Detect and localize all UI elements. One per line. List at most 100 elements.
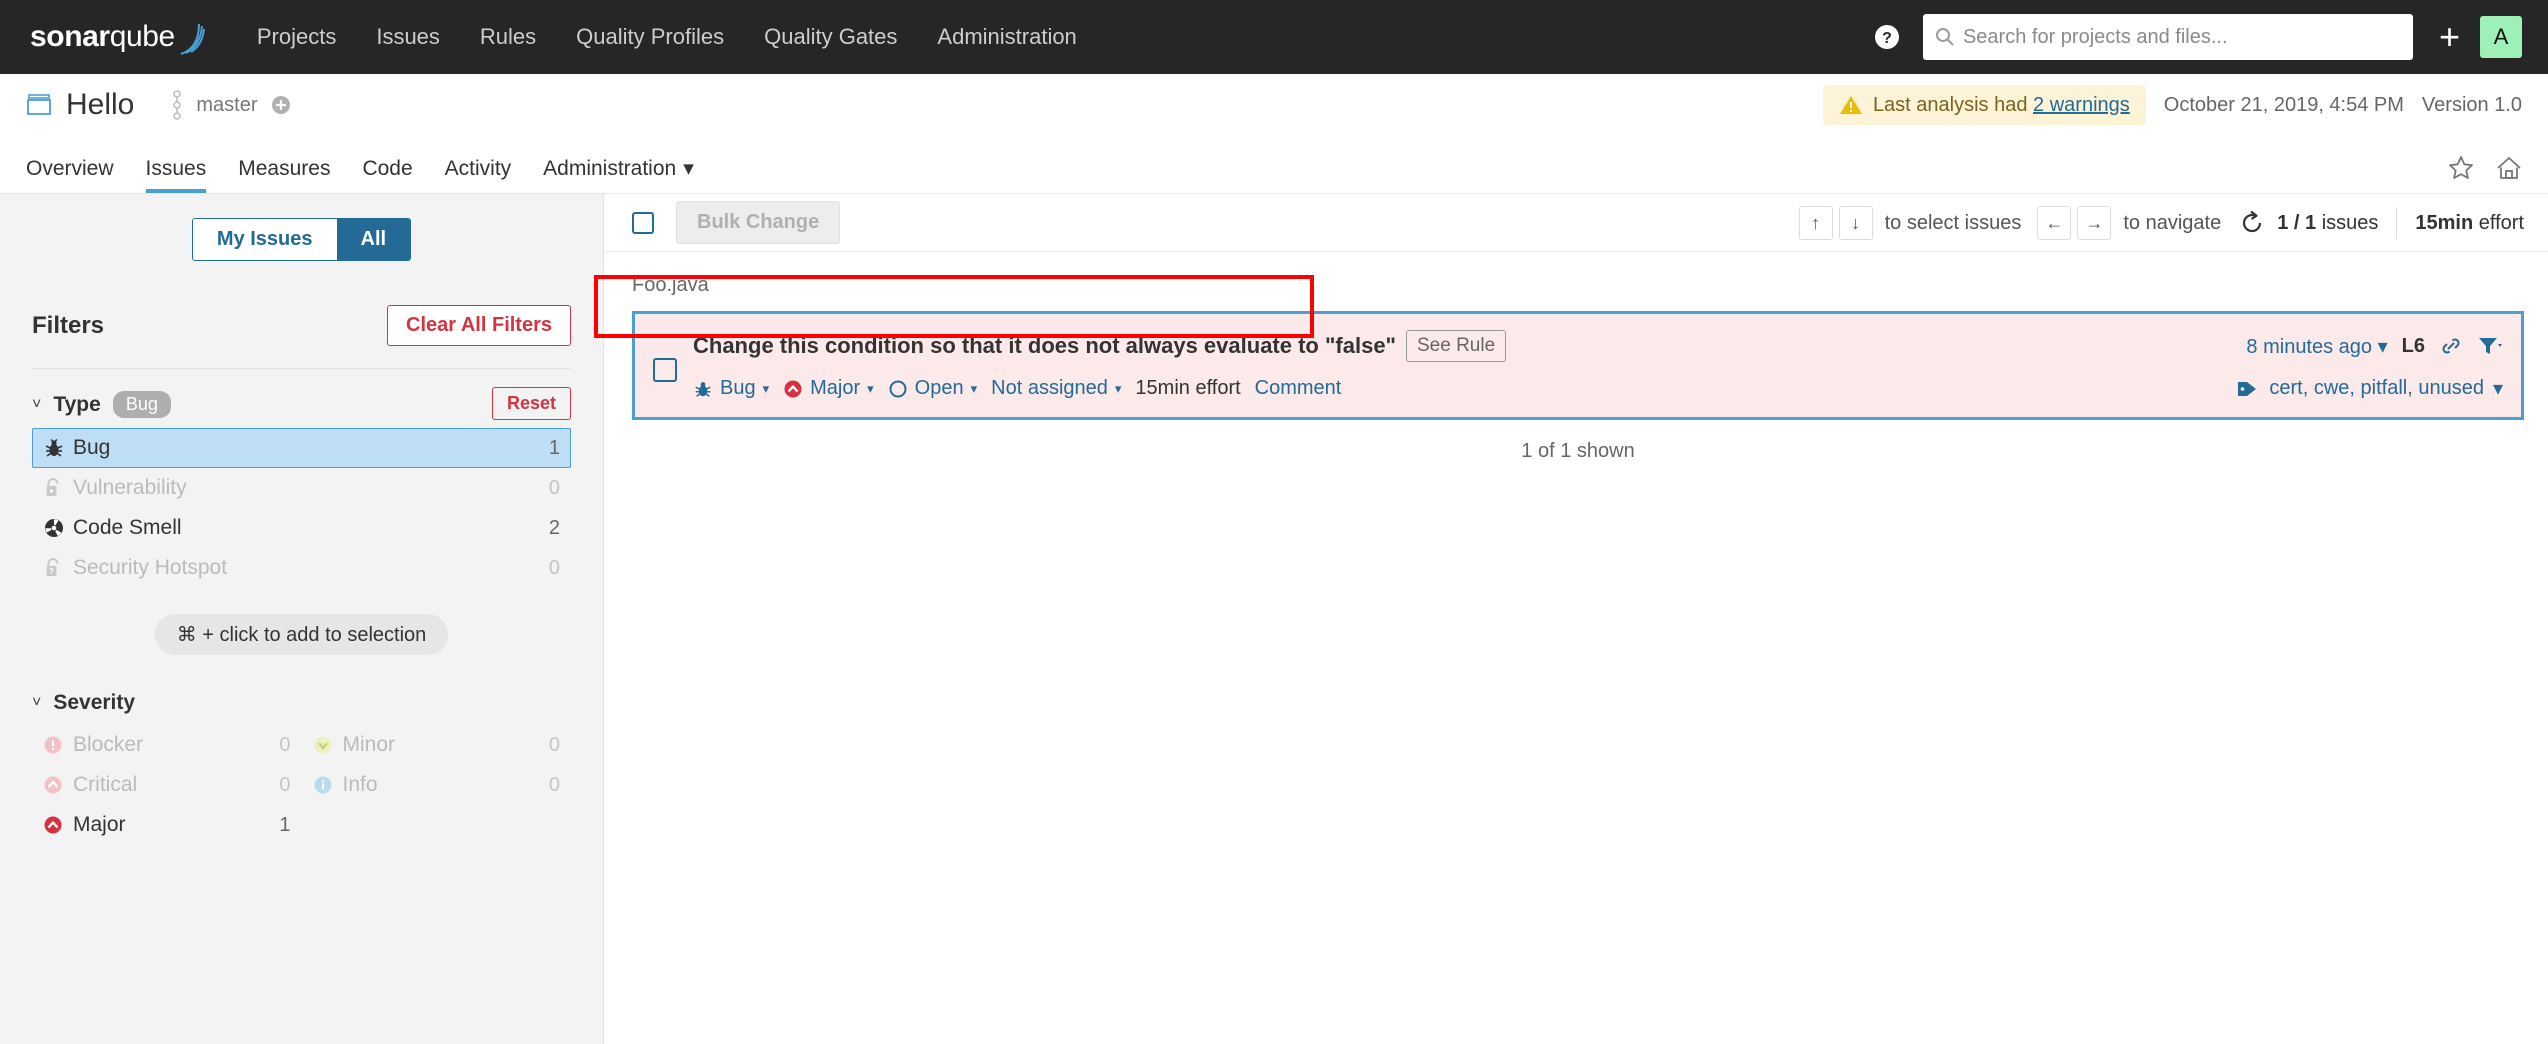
- facet-item-blocker[interactable]: Blocker 0: [32, 725, 302, 765]
- issue-tags-selector[interactable]: cert, cwe, pitfall, unused ▾: [2236, 376, 2503, 401]
- bulk-change-button[interactable]: Bulk Change: [676, 201, 841, 244]
- issue-card[interactable]: Change this condition so that it does no…: [632, 311, 2524, 420]
- major-icon: [783, 379, 803, 399]
- issues-main-pane: Bulk Change ↑ ↓ to select issues ← → to …: [594, 194, 2548, 1044]
- facet-item-major[interactable]: Major 1: [32, 805, 302, 845]
- facet-item-minor-count: 0: [548, 733, 560, 756]
- reload-icon[interactable]: [2237, 208, 2267, 238]
- toggle-all-issues[interactable]: All: [336, 219, 411, 260]
- facet-severity-list: Blocker 0 Minor 0 Critical 0 Info 0 Majo…: [32, 725, 571, 845]
- issue-severity-label: Major: [810, 377, 861, 399]
- select-issues-hint: to select issues: [1884, 211, 2022, 234]
- facet-item-blocker-label: Blocker: [73, 733, 144, 756]
- facet-type-chip: Bug: [112, 391, 171, 418]
- plus-circle-icon[interactable]: [270, 94, 292, 116]
- see-rule-button[interactable]: See Rule: [1405, 330, 1507, 362]
- issues-count-value: 1 / 1: [2277, 211, 2317, 234]
- issue-status-selector[interactable]: Open ▾: [888, 377, 977, 400]
- warning-count-link[interactable]: 2 warnings: [2033, 94, 2130, 116]
- issue-message[interactable]: Change this condition so that it does no…: [693, 333, 1396, 359]
- facet-item-major-count: 1: [279, 813, 291, 836]
- chevron-down-icon: ▾: [2377, 335, 2388, 358]
- issue-updated-date[interactable]: 8 minutes ago ▾: [2246, 334, 2387, 359]
- tab-administration-label: Administration: [543, 157, 677, 180]
- help-circle-icon[interactable]: ?: [1873, 23, 1901, 51]
- user-avatar[interactable]: A: [2480, 16, 2522, 58]
- issue-status-label: Open: [914, 377, 964, 399]
- tab-overview[interactable]: Overview: [26, 157, 130, 193]
- critical-icon: [43, 775, 73, 795]
- link-icon[interactable]: [2439, 334, 2463, 358]
- issue-type-label: Bug: [720, 377, 756, 399]
- issue-meta-right: 8 minutes ago ▾ L6: [2246, 334, 2503, 359]
- home-icon[interactable]: [2496, 155, 2522, 181]
- issue-type-selector[interactable]: Bug ▾: [693, 377, 769, 400]
- selection-hint-row: ⌘ + click to add to selection: [32, 614, 571, 655]
- page-body: My Issues All Filters Clear All Filters …: [0, 194, 2548, 1044]
- facet-item-vulnerability[interactable]: Vulnerability 0: [32, 468, 571, 508]
- nav-link-rules[interactable]: Rules: [460, 0, 556, 74]
- nav-link-administration[interactable]: Administration: [917, 0, 1096, 74]
- filter-icon[interactable]: [2477, 335, 2503, 357]
- issue-assignee-selector[interactable]: Not assigned ▾: [991, 377, 1121, 400]
- tab-issues[interactable]: Issues: [130, 157, 223, 193]
- chevron-down-icon: ▾: [970, 380, 978, 396]
- star-icon[interactable]: [2448, 155, 2474, 181]
- warning-prefix: Last analysis had: [1872, 93, 2034, 116]
- facet-item-minor[interactable]: Minor 0: [302, 725, 572, 765]
- project-tabs: Overview Issues Measures Code Activity A…: [26, 156, 710, 193]
- global-search-box[interactable]: [1922, 14, 2413, 60]
- issues-scope-toggle-row: My Issues All: [32, 194, 571, 261]
- issues-shown-note: 1 of 1 shown: [1521, 440, 1635, 462]
- issue-updated-date-label: 8 minutes ago: [2246, 335, 2373, 358]
- tag-icon: [2236, 378, 2260, 400]
- nav-link-quality-profiles[interactable]: Quality Profiles: [556, 0, 744, 74]
- toggle-my-issues[interactable]: My Issues: [192, 219, 337, 260]
- logo-waves-icon: [179, 22, 205, 56]
- nav-link-quality-gates[interactable]: Quality Gates: [744, 0, 917, 74]
- facet-item-critical[interactable]: Critical 0: [32, 765, 302, 805]
- facet-item-info[interactable]: Info 0: [302, 765, 572, 805]
- toolbar-divider: [2396, 207, 2398, 239]
- filters-divider: [32, 368, 571, 369]
- issue-top-row: Change this condition so that it does no…: [693, 330, 2503, 362]
- branch-selector[interactable]: master: [170, 90, 291, 120]
- search-input[interactable]: [1962, 25, 2401, 49]
- project-icon: [26, 92, 52, 118]
- search-icon: [1935, 27, 1955, 47]
- facet-severity: ˅ Severity Blocker 0 Minor 0 Critical 0 …: [32, 691, 571, 845]
- logo-text-light: qube: [109, 20, 176, 53]
- issue-attributes: Bug ▾ Major ▾ Open ▾ Not assigned ▾ 15mi…: [693, 377, 1347, 400]
- tab-administration[interactable]: Administration ▾: [527, 156, 710, 193]
- clear-all-filters-button[interactable]: Clear All Filters: [387, 305, 571, 346]
- issue-effort: 15min effort: [1135, 377, 1241, 399]
- tab-measures[interactable]: Measures: [222, 157, 346, 193]
- issues-count-word: issues: [2321, 211, 2379, 234]
- minor-icon: [313, 735, 343, 755]
- issue-severity-selector[interactable]: Major ▾: [783, 377, 874, 400]
- select-all-checkbox[interactable]: [632, 211, 654, 234]
- sonarqube-logo[interactable]: sonar qube: [30, 20, 205, 55]
- facet-item-security-hotspot[interactable]: ? Security Hotspot 0: [32, 548, 571, 588]
- issue-file-name[interactable]: Foo.java: [632, 274, 2524, 297]
- facet-item-code-smell[interactable]: Code Smell 2: [32, 508, 571, 548]
- tab-code[interactable]: Code: [346, 157, 428, 193]
- tab-activity[interactable]: Activity: [429, 157, 528, 193]
- facet-item-bug[interactable]: Bug 1: [32, 428, 571, 468]
- security-hotspot-icon: ?: [43, 557, 73, 579]
- key-left-icon: ←: [2037, 206, 2072, 240]
- create-new-button[interactable]: +: [2439, 19, 2460, 55]
- issue-comment-button[interactable]: Comment: [1255, 377, 1342, 400]
- facet-item-blocker-count: 0: [279, 733, 291, 756]
- nav-link-issues[interactable]: Issues: [356, 0, 460, 74]
- nav-link-projects[interactable]: Projects: [237, 0, 356, 74]
- facet-type-header[interactable]: ˅ Type Bug Reset: [32, 387, 571, 420]
- project-tabs-bar: Overview Issues Measures Code Activity A…: [0, 136, 2548, 194]
- page-title: Hello: [66, 88, 135, 121]
- facet-type-reset-button[interactable]: Reset: [491, 387, 571, 420]
- tab-measures-label: Measures: [238, 157, 331, 180]
- analysis-warning-badge[interactable]: Last analysis had 2 warnings: [1822, 85, 2146, 125]
- major-icon: [43, 815, 73, 835]
- facet-severity-header[interactable]: ˅ Severity: [32, 691, 571, 715]
- issue-select-checkbox[interactable]: [653, 358, 677, 382]
